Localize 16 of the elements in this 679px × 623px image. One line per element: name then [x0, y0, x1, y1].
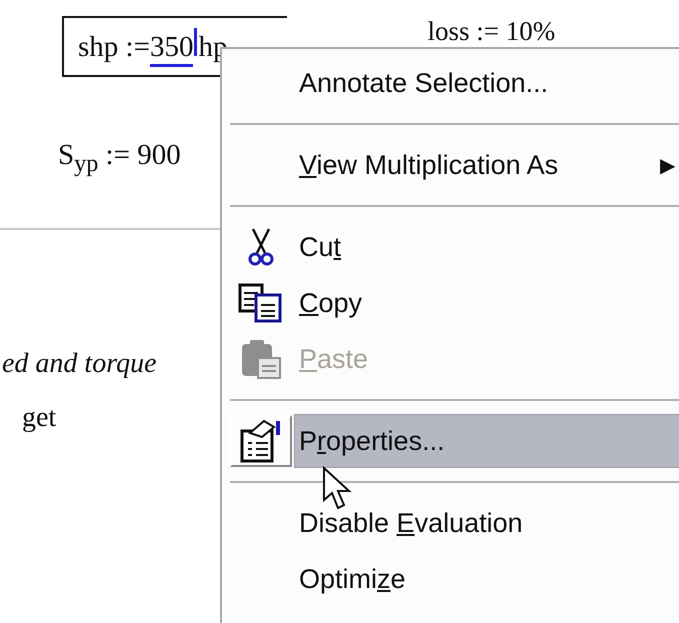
text-cursor	[194, 28, 198, 56]
menu-item[interactable]: Cut	[294, 220, 679, 274]
copy-icon	[238, 283, 284, 323]
menu-item[interactable]: View Multiplication As ▶	[294, 138, 679, 192]
scissors-icon	[247, 227, 275, 267]
text-line: get	[22, 402, 56, 434]
menu-item[interactable]: Copy	[294, 276, 679, 330]
menu-item[interactable]: Optimize	[294, 552, 679, 606]
math-expression: S$_{yp}$ := 900	[58, 139, 181, 178]
menu-item[interactable]: Properties...	[294, 414, 679, 468]
submenu-arrow: ▶	[660, 154, 675, 178]
math-expression: loss := 10%	[427, 16, 556, 44]
clipboard-icon	[240, 338, 282, 380]
text-line: ed and torque	[2, 348, 156, 380]
menu-item[interactable]: Annotate Selection...	[294, 56, 679, 110]
menu-item[interactable]: Disable Evaluation	[294, 496, 679, 550]
